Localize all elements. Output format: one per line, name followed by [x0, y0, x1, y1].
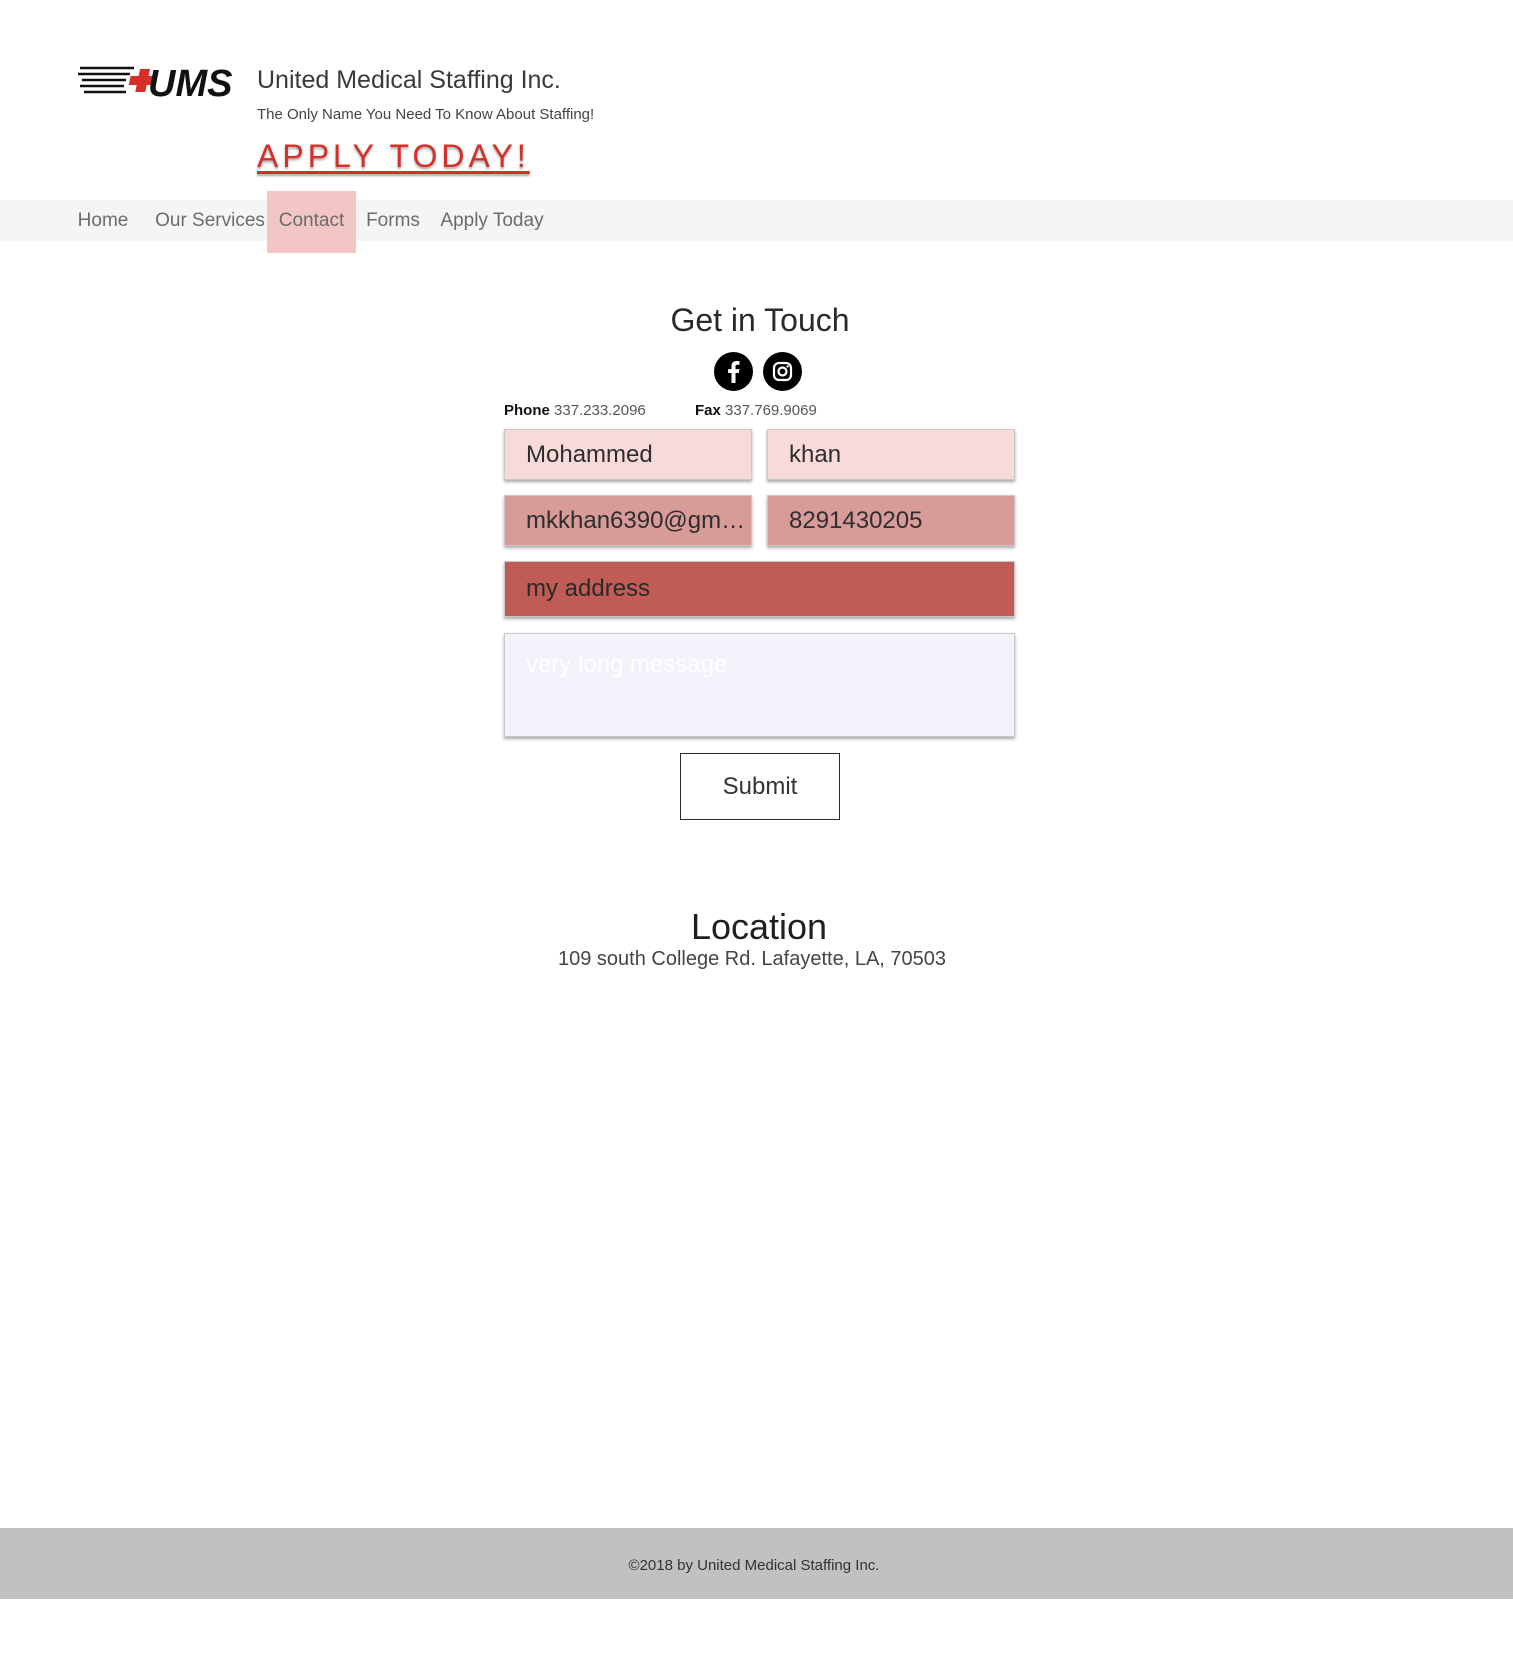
message-field[interactable]: [504, 633, 1015, 737]
site-title: United Medical Staffing Inc.: [257, 66, 561, 94]
footer-copyright: ©2018 by United Medical Staffing Inc.: [628, 1557, 880, 1574]
email-field[interactable]: [504, 495, 752, 546]
facebook-icon[interactable]: [714, 352, 753, 391]
fax-label: Fax: [695, 402, 721, 419]
fax-info: Fax 337.769.9069: [695, 402, 817, 419]
submit-button[interactable]: Submit: [680, 753, 840, 820]
logo-text: UMS: [148, 63, 232, 104]
phone-info: Phone 337.233.2096: [504, 402, 646, 419]
address-field[interactable]: [504, 561, 1015, 617]
nav-item-our-services[interactable]: Our Services: [148, 191, 272, 253]
phone-field[interactable]: [767, 495, 1015, 546]
contact-title: Get in Touch: [670, 302, 850, 338]
phone-value[interactable]: 337.233.2096: [554, 402, 646, 419]
nav-item-contact[interactable]: Contact: [267, 191, 356, 253]
phone-label: Phone: [504, 402, 550, 419]
instagram-icon[interactable]: [763, 352, 802, 391]
fax-value: 337.769.9069: [725, 402, 817, 419]
nav-item-apply-today[interactable]: Apply Today: [437, 191, 547, 253]
location-address: 109 south College Rd. Lafayette, LA, 705…: [557, 948, 947, 970]
location-title: Location: [690, 906, 828, 947]
ums-logo[interactable]: UMS: [78, 60, 242, 105]
apply-today-link[interactable]: APPLY TODAY!: [257, 138, 530, 175]
last-name-field[interactable]: [767, 429, 1015, 480]
first-name-field[interactable]: [504, 429, 752, 480]
tagline: The Only Name You Need To Know About Sta…: [257, 106, 595, 123]
nav-item-forms[interactable]: Forms: [363, 191, 423, 253]
nav-item-home[interactable]: Home: [66, 191, 140, 253]
